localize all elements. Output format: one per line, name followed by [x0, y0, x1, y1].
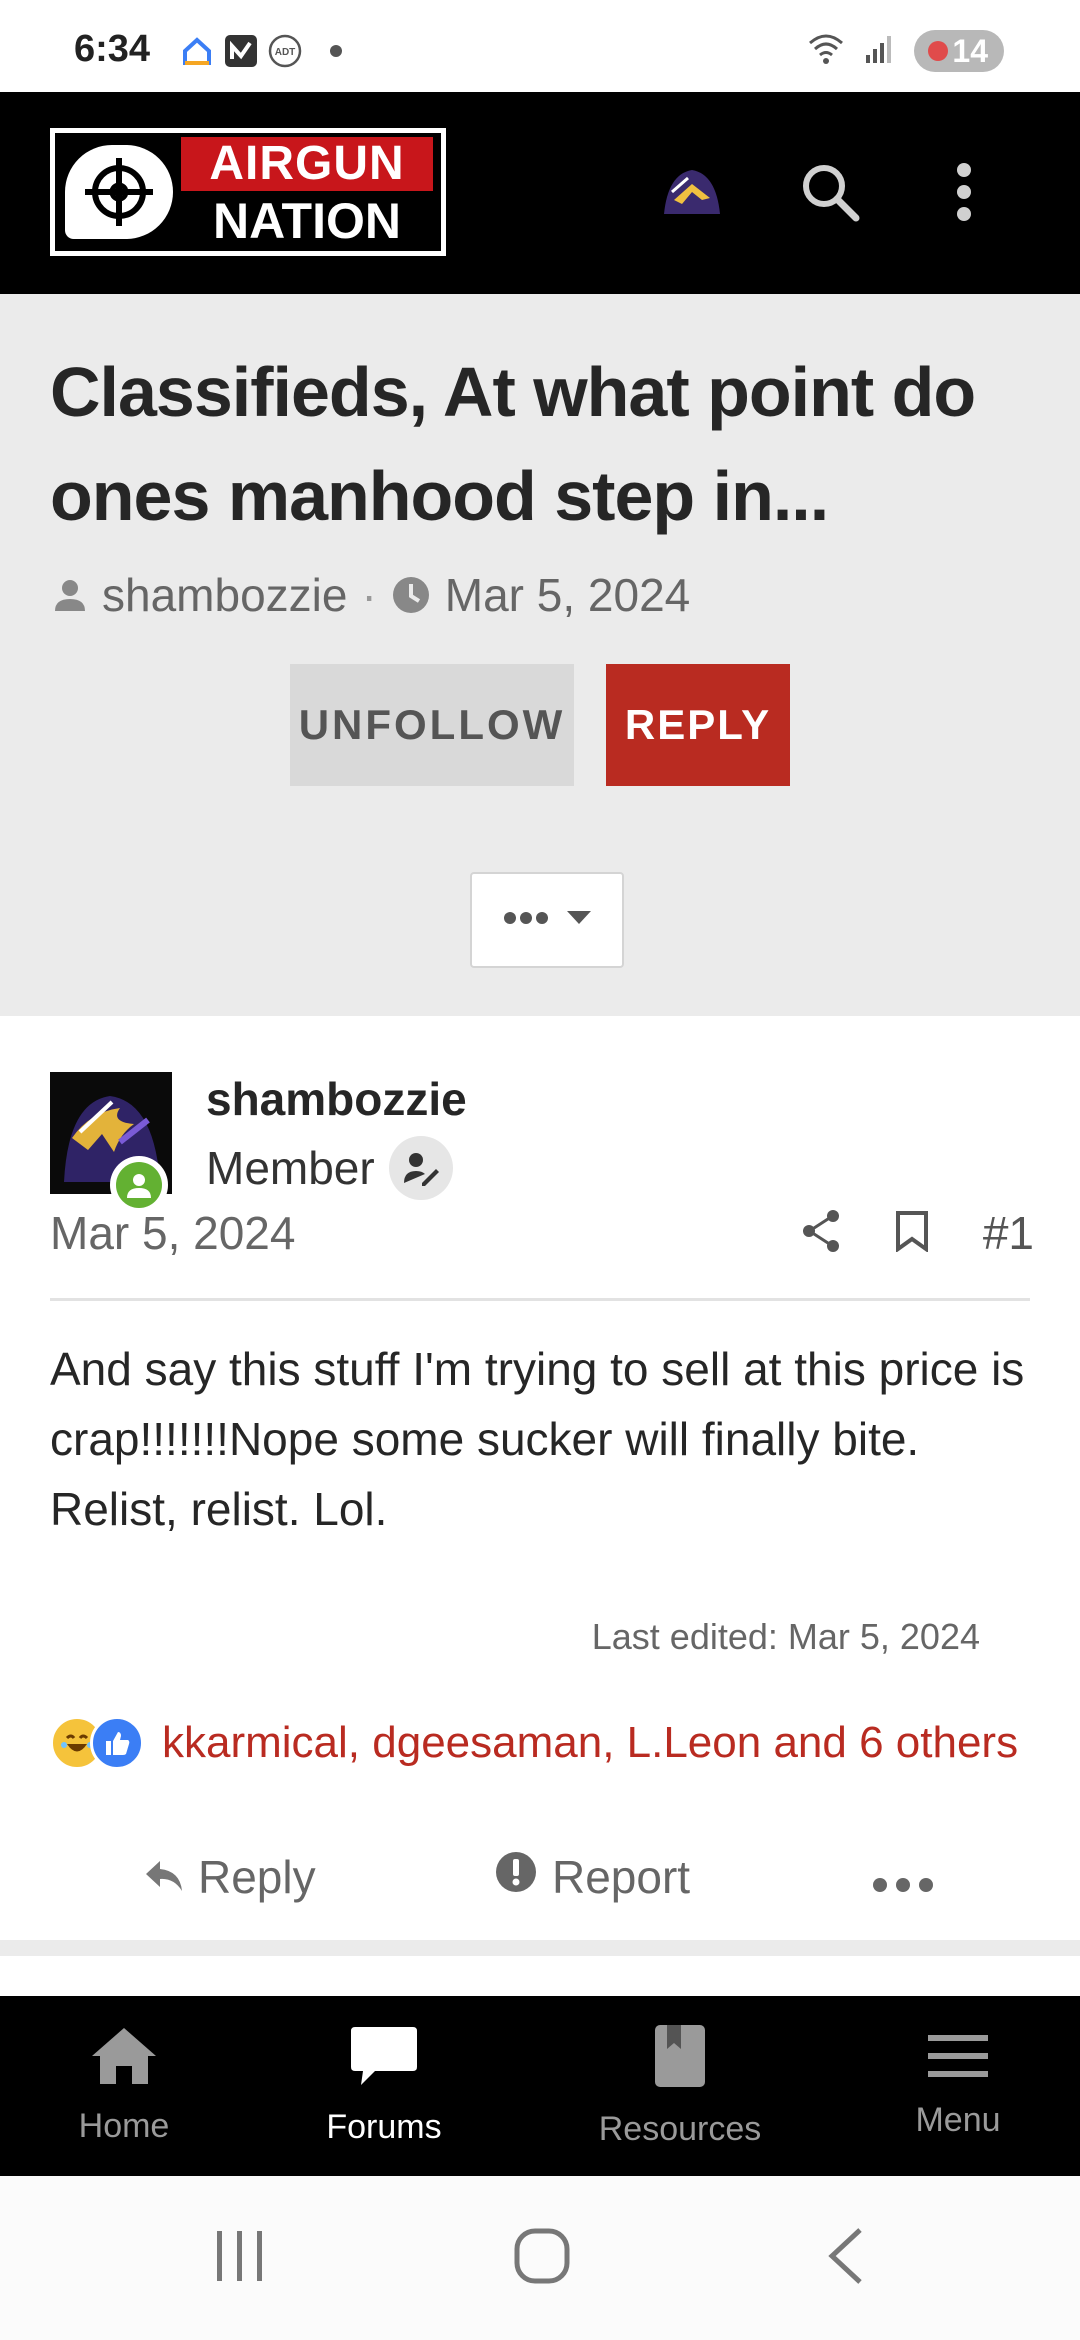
logo-text-airgun: AIRGUN [181, 137, 433, 191]
post-reply-label: Reply [198, 1851, 316, 1903]
thread-author[interactable]: shambozzie [102, 568, 347, 622]
hamburger-icon [927, 2032, 989, 2089]
book-icon [653, 2023, 707, 2098]
thread-tools-menu-button[interactable] [470, 872, 624, 968]
app-n-icon [224, 34, 258, 68]
post-body: And say this stuff I'm trying to sell at… [50, 1343, 1025, 1535]
battery-indicator: 14 [914, 30, 1004, 72]
post-report-button[interactable]: Report [494, 1834, 690, 1920]
wifi-icon [806, 31, 846, 72]
notification-dot-icon [330, 45, 342, 57]
home-alert-icon [180, 34, 214, 68]
ellipsis-icon [872, 1850, 934, 1904]
meta-separator: · [361, 569, 377, 621]
post-divider [50, 1298, 1030, 1301]
logo-text-nation: NATION [213, 193, 401, 249]
user-avatar-button[interactable] [654, 154, 730, 230]
recent-apps-icon[interactable] [190, 2216, 290, 2296]
crosshair-icon [65, 145, 173, 239]
thread-meta: shambozzie · Mar 5, 2024 [52, 568, 690, 622]
adt-icon: ADT [268, 34, 302, 68]
status-notification-icons: ADT [180, 34, 342, 68]
bottom-navigation: Home Forums Resources Menu [0, 1996, 1080, 2176]
nav-home[interactable]: Home [34, 1996, 214, 2176]
nav-forums[interactable]: Forums [294, 1996, 474, 2176]
system-home-icon[interactable] [492, 2216, 592, 2296]
home-icon [90, 2026, 158, 2095]
status-time: 6:34 [74, 28, 151, 70]
post-username[interactable]: shambozzie [206, 1072, 467, 1126]
post-number[interactable]: #1 [983, 1206, 1034, 1260]
post-user-role: Member [206, 1136, 453, 1200]
system-navigation-bar [0, 2176, 1080, 2340]
post-report-label: Report [552, 1851, 691, 1903]
caret-down-icon [567, 910, 591, 930]
svg-text:ADT: ADT [275, 47, 296, 58]
thumbs-up-icon [90, 1716, 144, 1770]
user-icon [52, 577, 88, 613]
app-header: AIRGUN NATION [0, 92, 1080, 294]
clock-icon [391, 575, 431, 615]
post-separator [0, 1940, 1080, 1956]
post-more-button[interactable] [872, 1834, 934, 1920]
bookmark-icon[interactable] [895, 1210, 929, 1257]
reactions-summary[interactable]: kkarmical, dgeesaman, L.Leon and 6 other… [50, 1716, 1018, 1770]
role-label: Member [206, 1142, 375, 1194]
thread-date[interactable]: Mar 5, 2024 [445, 568, 690, 622]
thread-title: Classifieds, At what point do ones manho… [50, 353, 976, 535]
nav-menu[interactable]: Menu [868, 1996, 1048, 2176]
search-icon[interactable] [790, 152, 870, 232]
user-edit-icon [388, 1136, 453, 1200]
post-actions-top: #1 [801, 1206, 1034, 1260]
post: shambozzie Member Mar 5, 2024 #1 And say… [0, 1016, 1080, 1940]
reaction-users[interactable]: kkarmical, dgeesaman, L.Leon and 6 other… [162, 1718, 1018, 1768]
nav-resources[interactable]: Resources [580, 1996, 780, 2176]
share-icon[interactable] [801, 1209, 841, 1258]
last-edited: Last edited: Mar 5, 2024 [591, 1616, 980, 1657]
ellipsis-icon [503, 911, 549, 930]
nav-resources-label: Resources [598, 2110, 762, 2148]
post-date[interactable]: Mar 5, 2024 [50, 1206, 295, 1260]
thread-header: Classifieds, At what point do ones manho… [0, 294, 1080, 1016]
unfollow-button[interactable]: UNFOLLOW [290, 664, 574, 786]
more-vertical-icon[interactable] [924, 152, 1004, 232]
post-footer: Reply Report [0, 1834, 1080, 1920]
reply-button[interactable]: REPLY [606, 664, 790, 786]
status-system-icons: 14 [806, 30, 1004, 72]
post-reply-button[interactable]: Reply [144, 1834, 316, 1920]
nav-menu-label: Menu [915, 2101, 1001, 2139]
signal-icon [864, 33, 896, 70]
airgun-nation-logo[interactable]: AIRGUN NATION [50, 128, 446, 256]
status-bar: 6:34 ADT 14 [0, 0, 1080, 92]
chat-bubble-icon [349, 2025, 419, 2096]
battery-saver-icon [928, 41, 949, 61]
nav-home-label: Home [78, 2107, 170, 2145]
nav-forums-label: Forums [326, 2108, 442, 2146]
back-icon[interactable] [796, 2216, 896, 2296]
alert-icon [494, 1850, 538, 1905]
reply-arrow-icon [144, 1850, 184, 1904]
battery-level: 14 [952, 32, 988, 69]
